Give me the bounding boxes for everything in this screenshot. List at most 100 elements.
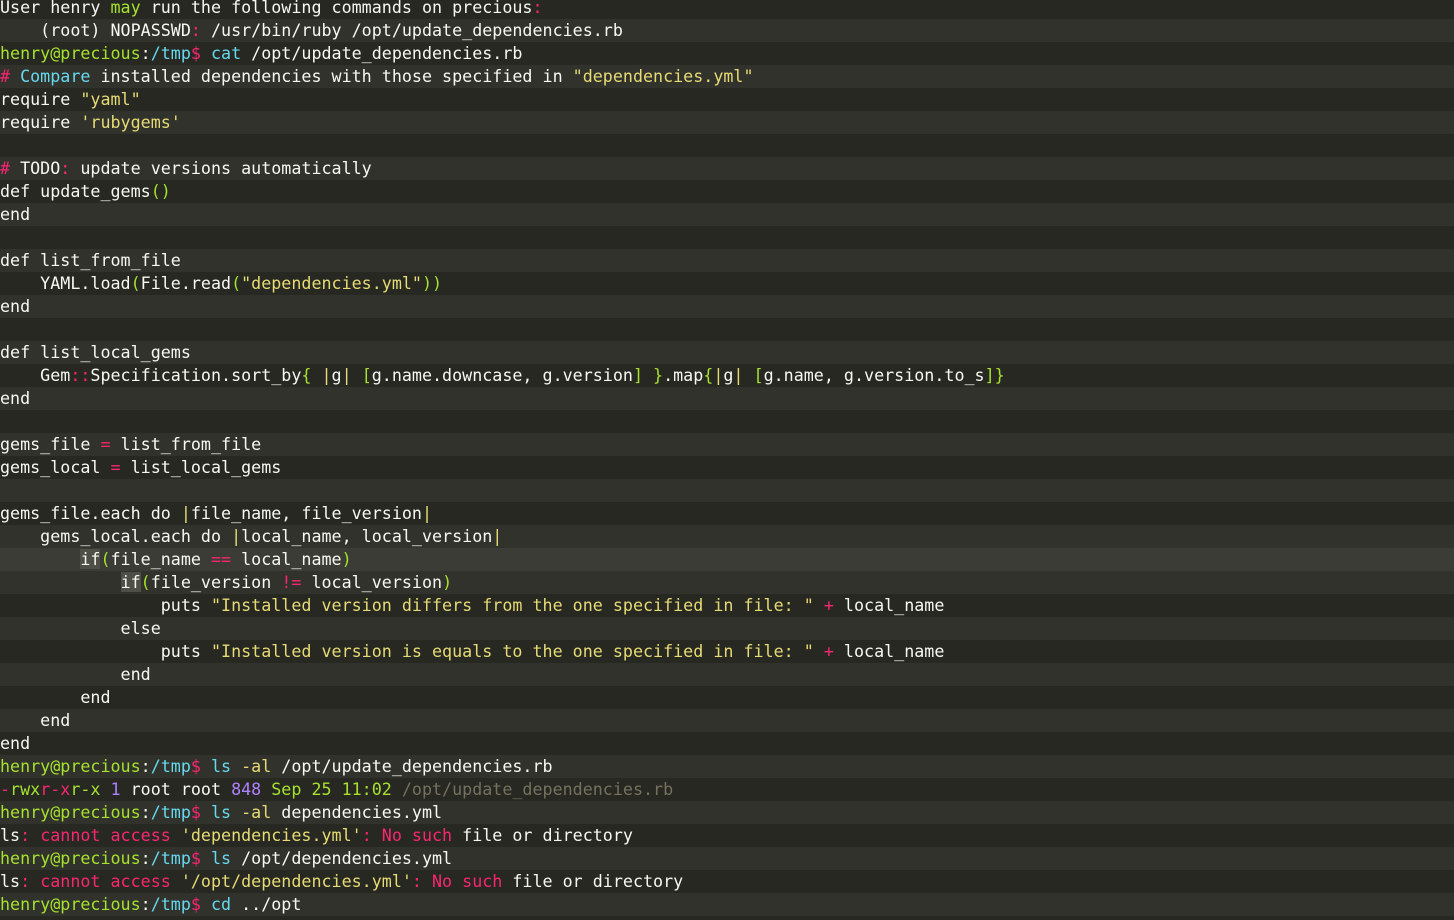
terminal-token: ]: [632, 365, 643, 385]
terminal-token: "yaml": [80, 89, 141, 109]
terminal-token: :: [20, 871, 31, 891]
terminal-line-prompt-ls-script: henry@precious:/tmp$ ls -al /opt/update_…: [0, 755, 1454, 778]
terminal-token: /tmp: [150, 894, 191, 914]
terminal-token: /tmp: [150, 802, 191, 822]
terminal-line-code-yaml-load: YAML.load(File.read("dependencies.yml")): [0, 272, 1454, 295]
terminal-token: list_from_file: [110, 434, 262, 454]
terminal-token: else: [0, 618, 161, 638]
terminal-token: /opt/update_dependencies.rb: [401, 779, 674, 799]
terminal-token: (: [140, 572, 151, 592]
terminal-line-code-gem-spec: Gem::Specification.sort_by{ |g| [g.name.…: [0, 364, 1454, 387]
terminal-line-code-if-name: if(file_name == local_name): [0, 548, 1454, 571]
terminal-token: gems_local: [0, 457, 111, 477]
terminal-token: (root) NOPASSWD: [0, 20, 191, 40]
terminal-token: YAML.load: [0, 273, 131, 293]
terminal-token: installed dependencies with those specif…: [90, 66, 573, 86]
terminal-token: /opt/dependencies.yml: [231, 848, 453, 868]
terminal-token: (): [150, 181, 171, 201]
terminal-token: gems_file.each do: [0, 503, 181, 523]
terminal-token: +: [823, 641, 834, 661]
terminal-token: :: [20, 825, 31, 845]
terminal-token: rwx: [10, 779, 41, 799]
terminal-line-code-end: end: [0, 732, 1454, 755]
terminal-token: $: [190, 756, 201, 776]
terminal-token: |: [231, 526, 242, 546]
terminal-token: gems_file: [0, 434, 101, 454]
terminal-token: '/opt/dependencies.yml': [180, 871, 412, 891]
terminal-token: henry@precious: [0, 894, 141, 914]
terminal-token: Specification.sort_by: [90, 365, 302, 385]
terminal-token: :: [140, 848, 151, 868]
terminal-token: -al: [241, 802, 272, 822]
terminal-token: access: [110, 825, 171, 845]
terminal-token: (: [231, 273, 242, 293]
terminal-token: /opt/update_dependencies.rb: [241, 43, 523, 63]
terminal-token: 1: [110, 779, 121, 799]
terminal-token: henry@precious: [0, 848, 141, 868]
terminal-token: Gem: [0, 365, 71, 385]
terminal-token: cat: [210, 43, 242, 63]
terminal-token: if: [80, 549, 101, 569]
terminal-line-code-end: end: [0, 295, 1454, 318]
terminal-line-code-gems-file: gems_file = list_from_file: [0, 433, 1454, 456]
terminal-token: :: [361, 825, 372, 845]
terminal-token: g.name, g.version.to_s: [763, 365, 985, 385]
terminal-token: [: [753, 365, 764, 385]
terminal-token: }: [653, 365, 664, 385]
terminal-token: TODO: [10, 158, 61, 178]
terminal-line-prompt-cd: henry@precious:/tmp$ cd ../opt: [0, 893, 1454, 916]
terminal-token: cannot: [40, 871, 101, 891]
terminal-token: +: [823, 595, 834, 615]
terminal-token: cannot: [40, 825, 101, 845]
terminal-line-code-def-update-gems: def update_gems(): [0, 180, 1454, 203]
terminal-line-blank: [0, 479, 1454, 502]
terminal-token: ls: [0, 825, 21, 845]
terminal-token: end: [0, 687, 111, 707]
terminal-token: 848: [231, 779, 262, 799]
terminal-token: end: [0, 388, 31, 408]
terminal-token: $: [190, 894, 201, 914]
terminal-line-ls-error: ls: cannot access '/opt/dependencies.yml…: [0, 870, 1454, 893]
terminal-token: [: [361, 365, 372, 385]
terminal-token: g: [723, 365, 734, 385]
terminal-token: $: [190, 848, 201, 868]
terminal-token: #: [0, 158, 11, 178]
terminal-token: ): [341, 549, 352, 569]
terminal-line-code-each-local: gems_local.each do |local_name, local_ve…: [0, 525, 1454, 548]
terminal-token: /tmp: [150, 756, 191, 776]
terminal-line-code-end: end: [0, 686, 1454, 709]
terminal-token: :: [190, 20, 201, 40]
terminal-line-code-comment: # Compare installed dependencies with th…: [0, 65, 1454, 88]
terminal-token: end: [0, 296, 31, 316]
terminal-line-sudo-l-entry: (root) NOPASSWD: /usr/bin/ruby /opt/upda…: [0, 19, 1454, 42]
terminal-token: Sep 25 11:02: [271, 779, 392, 799]
terminal-token: =: [110, 457, 121, 477]
terminal-token: No: [381, 825, 402, 845]
terminal-token: r-x: [70, 779, 101, 799]
terminal-token: :: [140, 43, 151, 63]
terminal-line-code-require-rubygems: require 'rubygems': [0, 111, 1454, 134]
terminal-token: -al: [241, 756, 272, 776]
terminal-token: 'rubygems': [80, 112, 181, 132]
terminal-token: {: [703, 365, 714, 385]
terminal-token: file or directory: [502, 871, 684, 891]
terminal-window[interactable]: User henry may run the following command…: [0, 0, 1454, 916]
terminal-line-code-else: else: [0, 617, 1454, 640]
terminal-token: ls: [210, 756, 232, 776]
